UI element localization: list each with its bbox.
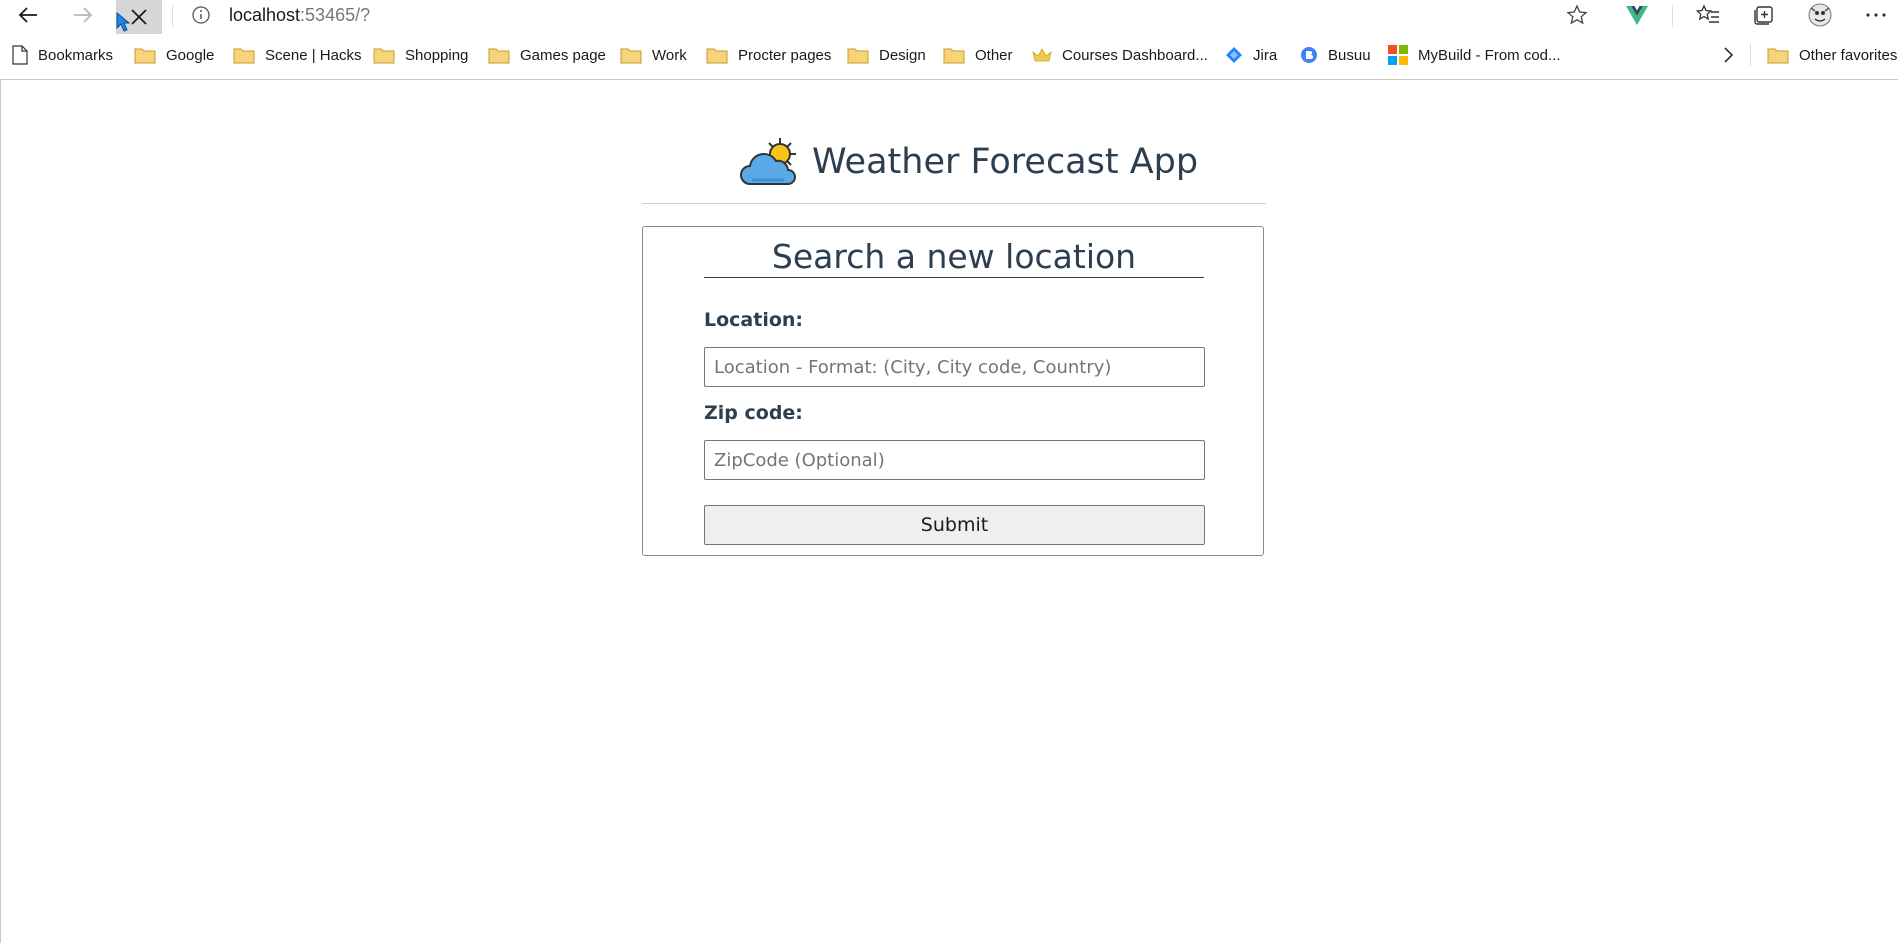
bookmark-label: Other [975,46,1013,64]
address-host: localhost [229,4,301,25]
bookmark-item[interactable]: Courses Dashboard... [1032,40,1208,70]
address-path: :53465/? [300,4,371,25]
favorites-list-icon [1696,4,1719,23]
mouse-cursor-icon [116,12,130,32]
back-arrow-icon [18,7,37,23]
collections-button[interactable] [1742,0,1786,30]
avatar-icon [1808,3,1832,27]
address-bar[interactable]: localhost:53465/? [229,0,370,30]
bookmark-label: Jira [1253,46,1278,64]
crown-icon [1032,48,1052,62]
folder-icon [620,46,642,64]
jira-icon [1225,46,1243,64]
more-dots-icon [1866,13,1886,17]
folder-icon [488,46,510,64]
forward-button[interactable] [61,0,105,30]
bookmark-folder[interactable]: Scene | Hacks [233,40,361,70]
bookmark-label: Design [879,46,926,64]
toolbar-bottom-border [0,79,1898,80]
folder-icon [1767,46,1789,64]
folder-icon [706,46,728,64]
app-header: Weather Forecast App [740,132,1198,192]
bookmark-item[interactable]: Busuu [1300,40,1371,70]
busuu-icon [1300,46,1318,64]
page-icon [12,45,28,65]
microsoft-icon [1388,45,1408,65]
bookmarks-overflow-button[interactable] [1722,40,1734,70]
bookmarks-divider [1750,44,1751,66]
bookmark-folder[interactable]: Games page [488,40,606,70]
folder-icon [134,46,156,64]
chevron-right-icon [1724,47,1734,63]
zip-code-label: Zip code: [704,402,803,424]
folder-icon [943,46,965,64]
favorites-button[interactable] [1686,0,1730,30]
settings-menu-button[interactable] [1856,0,1896,30]
toolbar-divider-2 [1672,5,1673,27]
browser-toolbar: localhost:53465/? [0,0,1898,34]
bookmark-label: Shopping [405,46,469,64]
bookmark-folder[interactable]: Shopping [373,40,468,70]
bookmark-label: Work [652,46,687,64]
submit-button[interactable]: Submit [704,505,1205,545]
bookmark-label: Busuu [1328,46,1371,64]
bookmark-folder[interactable]: Google [134,40,214,70]
bookmark-label: Games page [520,46,606,64]
bookmark-label: Courses Dashboard... [1062,46,1208,64]
header-divider [642,203,1266,204]
bookmark-label: MyBuild - From cod... [1418,46,1561,64]
folder-icon [233,46,255,64]
bookmark-label: Scene | Hacks [265,46,362,64]
folder-icon [373,46,395,64]
favorite-star-button[interactable] [1555,0,1599,30]
bookmark-label: Google [166,46,215,64]
bookmark-folder[interactable]: Procter pages [706,40,831,70]
bookmark-item[interactable]: Jira [1225,40,1277,70]
bookmark-folder[interactable]: Work [620,40,687,70]
form-heading: Search a new location [704,237,1204,278]
folder-icon [847,46,869,64]
bookmark-label: Bookmarks [38,46,114,64]
toolbar-divider [172,5,173,27]
profile-button[interactable] [1798,0,1842,30]
collections-icon [1754,6,1773,25]
back-button[interactable] [6,0,50,30]
bookmark-label: Procter pages [738,46,832,64]
zip-code-input[interactable] [704,440,1205,480]
vue-devtools-button[interactable] [1615,0,1659,30]
location-input[interactable] [704,347,1205,387]
app-title: Weather Forecast App [812,142,1199,182]
location-label: Location: [704,309,804,331]
bookmark-item[interactable]: MyBuild - From cod... [1388,40,1561,70]
star-icon [1566,4,1588,25]
info-icon [192,6,210,24]
vue-logo-icon [1626,6,1648,25]
viewport-left-border [0,80,1,943]
location-search-form: Search a new location Location: Zip code… [642,226,1264,556]
other-favorites-label: Other favorites [1799,46,1898,64]
bookmark-folder[interactable]: Other [943,40,1013,70]
bookmark-item[interactable]: Bookmarks [12,40,113,70]
forward-arrow-icon [74,7,93,23]
bookmark-folder[interactable]: Design [847,40,926,70]
bookmarks-bar: Bookmarks Google Scene | Hacks Shopping … [0,40,1898,70]
close-icon [131,9,147,25]
other-favorites-folder[interactable]: Other favorites [1767,40,1897,70]
weather-cloud-sun-icon [740,138,796,185]
site-info-button[interactable] [181,0,221,30]
